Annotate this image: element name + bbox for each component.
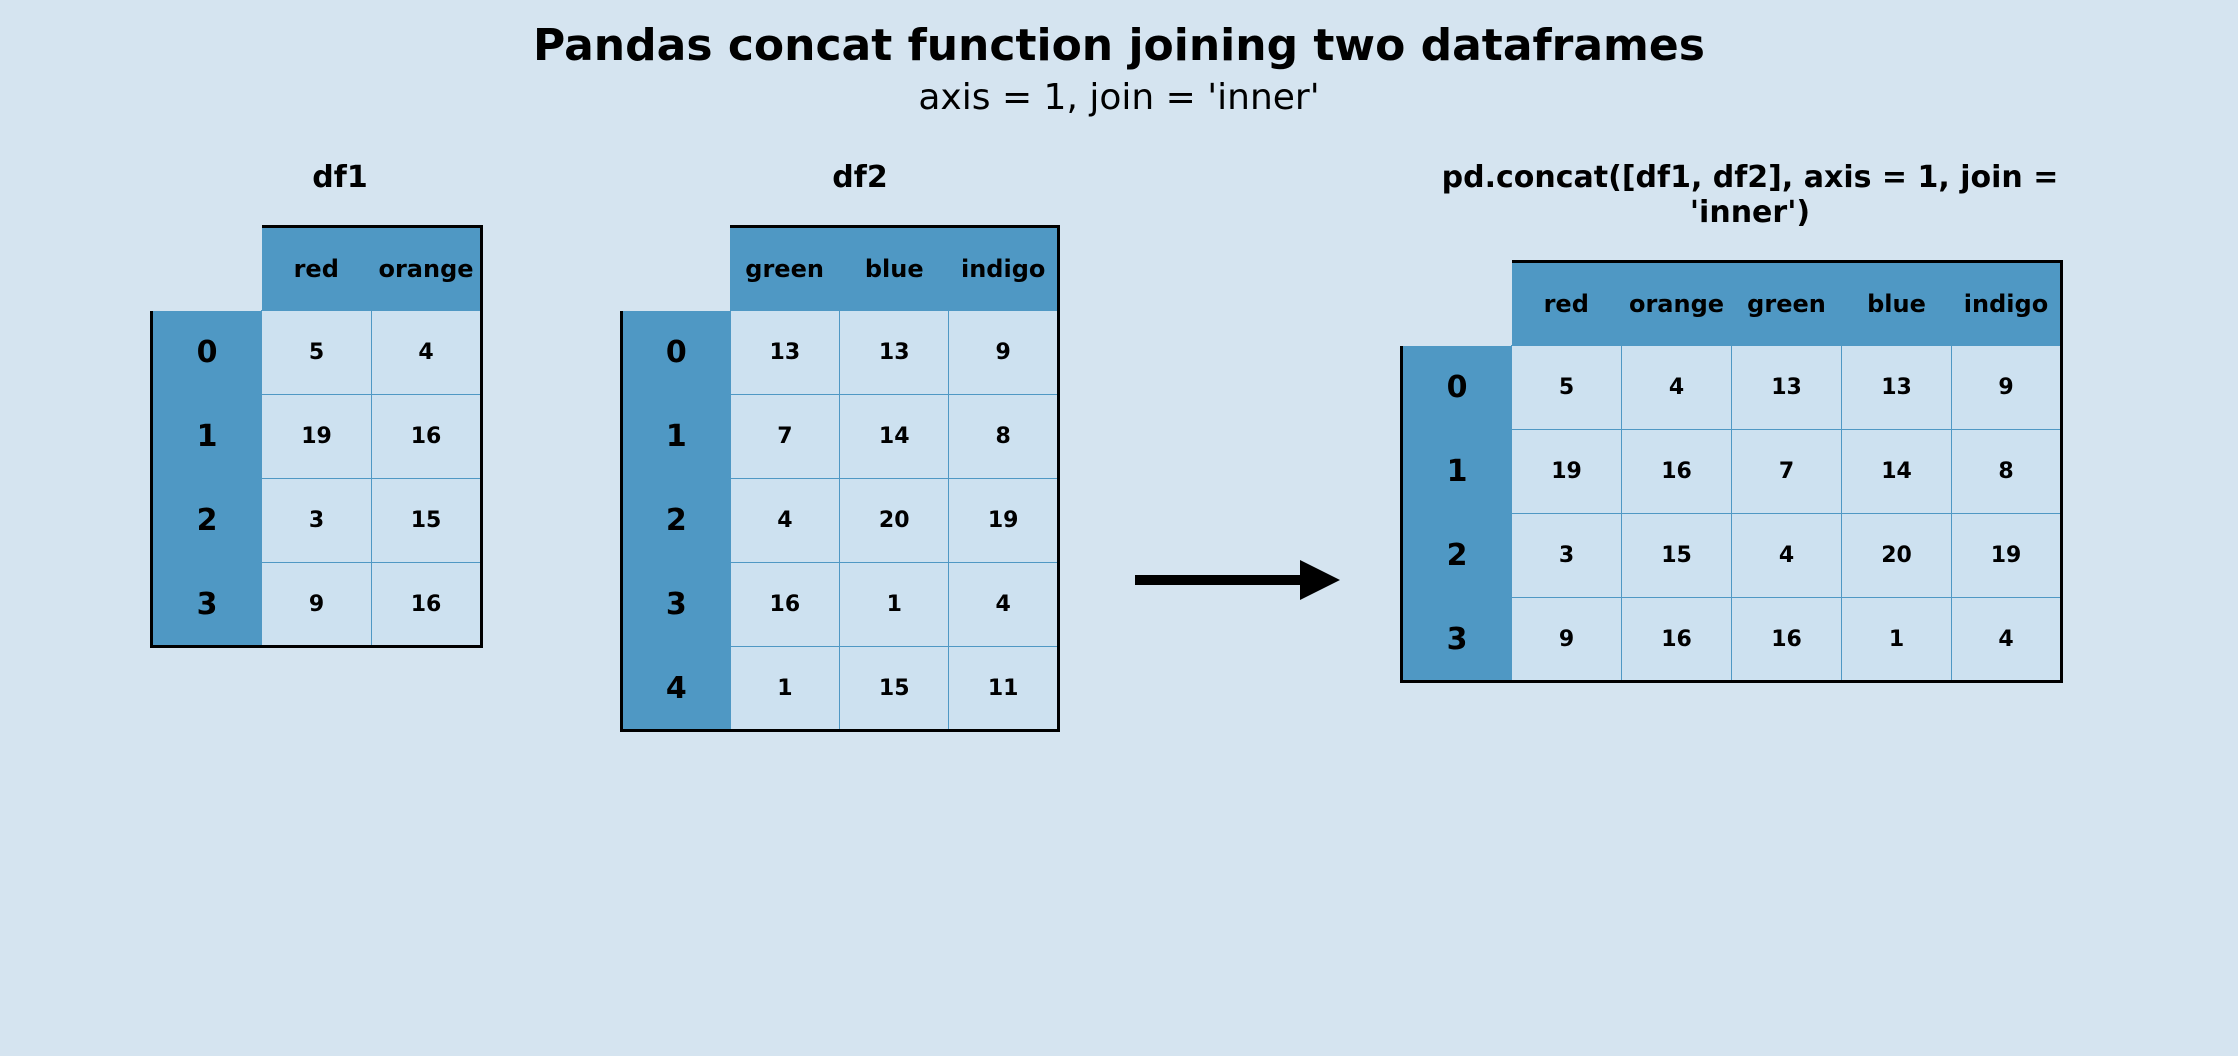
arrow-icon xyxy=(1130,550,1340,610)
result-cell: 16 xyxy=(1622,598,1732,682)
result-cell: 16 xyxy=(1622,430,1732,514)
result-cell: 5 xyxy=(1512,346,1622,430)
result-cell: 7 xyxy=(1732,430,1842,514)
result-row-0: 0 xyxy=(1402,346,1512,430)
result-cell: 19 xyxy=(1512,430,1622,514)
df2-cell: 13 xyxy=(840,311,949,395)
result-row-2: 2 xyxy=(1402,514,1512,598)
result-corner xyxy=(1402,262,1512,346)
df1-table: red orange 0 5 4 1 19 16 2 3 15 3 9 16 xyxy=(150,225,483,648)
result-cell: 15 xyxy=(1622,514,1732,598)
df1-row-2: 2 xyxy=(152,479,262,563)
result-col-1: orange xyxy=(1622,262,1732,346)
result-col-2: green xyxy=(1732,262,1842,346)
result-table: red orange green blue indigo 0 5 4 13 13… xyxy=(1400,260,2063,683)
df1-col-0: red xyxy=(262,227,372,311)
page-subtitle: axis = 1, join = 'inner' xyxy=(0,77,2238,118)
df1-row-3: 3 xyxy=(152,563,262,647)
df2-col-2: indigo xyxy=(949,227,1059,311)
df2-corner xyxy=(622,227,731,311)
df1-cell: 16 xyxy=(372,563,482,647)
panel-df1: df1 red orange 0 5 4 1 19 16 2 3 15 xyxy=(150,160,490,648)
df2-cell: 4 xyxy=(949,563,1059,647)
df1-cell: 16 xyxy=(372,395,482,479)
df2-row-3: 3 xyxy=(622,563,731,647)
df2-cell: 4 xyxy=(730,479,840,563)
df2-cell: 9 xyxy=(949,311,1059,395)
result-cell: 8 xyxy=(1952,430,2062,514)
df1-label: df1 xyxy=(190,160,490,195)
df2-row-1: 1 xyxy=(622,395,731,479)
result-cell: 16 xyxy=(1732,598,1842,682)
result-cell: 4 xyxy=(1732,514,1842,598)
result-col-3: blue xyxy=(1842,262,1952,346)
panel-df2: df2 green blue indigo 0 13 13 9 1 7 14 8 xyxy=(620,160,1060,732)
result-col-4: indigo xyxy=(1952,262,2062,346)
result-cell: 13 xyxy=(1732,346,1842,430)
df2-cell: 11 xyxy=(949,647,1059,731)
result-cell: 4 xyxy=(1952,598,2062,682)
df1-row-1: 1 xyxy=(152,395,262,479)
df2-cell: 7 xyxy=(730,395,840,479)
result-cell: 1 xyxy=(1842,598,1952,682)
df1-cell: 5 xyxy=(262,311,372,395)
df1-cell: 19 xyxy=(262,395,372,479)
result-cell: 19 xyxy=(1952,514,2062,598)
df2-cell: 8 xyxy=(949,395,1059,479)
df2-col-1: blue xyxy=(840,227,949,311)
df2-cell: 16 xyxy=(730,563,840,647)
df2-cell: 15 xyxy=(840,647,949,731)
df2-row-4: 4 xyxy=(622,647,731,731)
df1-corner xyxy=(152,227,262,311)
df1-col-1: orange xyxy=(372,227,482,311)
result-cell: 13 xyxy=(1842,346,1952,430)
result-label: pd.concat([df1, df2], axis = 1, join = '… xyxy=(1400,160,2100,230)
result-cell: 9 xyxy=(1512,598,1622,682)
panel-result: pd.concat([df1, df2], axis = 1, join = '… xyxy=(1400,160,2100,683)
diagram-stage: df1 red orange 0 5 4 1 19 16 2 3 15 xyxy=(0,160,2238,1000)
df1-cell: 9 xyxy=(262,563,372,647)
df2-cell: 1 xyxy=(840,563,949,647)
result-cell: 9 xyxy=(1952,346,2062,430)
df2-cell: 14 xyxy=(840,395,949,479)
df2-cell: 13 xyxy=(730,311,840,395)
df1-cell: 15 xyxy=(372,479,482,563)
result-cell: 3 xyxy=(1512,514,1622,598)
df1-row-0: 0 xyxy=(152,311,262,395)
df2-row-0: 0 xyxy=(622,311,731,395)
df2-row-2: 2 xyxy=(622,479,731,563)
result-cell: 4 xyxy=(1622,346,1732,430)
result-col-0: red xyxy=(1512,262,1622,346)
result-row-3: 3 xyxy=(1402,598,1512,682)
page-title: Pandas concat function joining two dataf… xyxy=(0,0,2238,71)
result-cell: 20 xyxy=(1842,514,1952,598)
df2-cell: 1 xyxy=(730,647,840,731)
df2-label: df2 xyxy=(660,160,1060,195)
df2-cell: 20 xyxy=(840,479,949,563)
df2-col-0: green xyxy=(730,227,840,311)
df1-cell: 4 xyxy=(372,311,482,395)
df2-table: green blue indigo 0 13 13 9 1 7 14 8 2 4… xyxy=(620,225,1060,732)
df2-cell: 19 xyxy=(949,479,1059,563)
result-cell: 14 xyxy=(1842,430,1952,514)
result-row-1: 1 xyxy=(1402,430,1512,514)
df1-cell: 3 xyxy=(262,479,372,563)
